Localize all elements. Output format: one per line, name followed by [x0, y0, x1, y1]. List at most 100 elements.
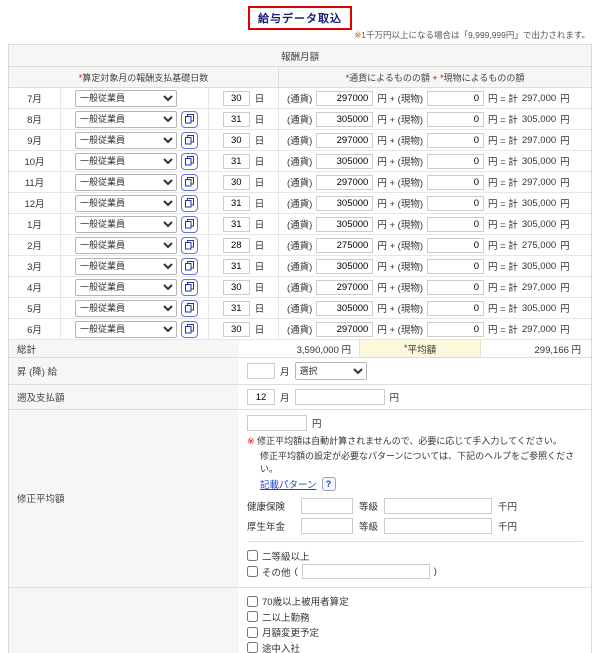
- month-label: 8月: [27, 112, 42, 126]
- inkind-amount-input[interactable]: [427, 238, 484, 253]
- checkbox[interactable]: [247, 566, 258, 577]
- month-label: 2月: [27, 238, 42, 252]
- pension-amount-input[interactable]: [384, 518, 492, 534]
- checkbox[interactable]: [247, 550, 258, 561]
- checkbox-item[interactable]: 70歳以上被用者算定: [247, 594, 349, 608]
- day-unit-label: 日: [255, 301, 265, 315]
- month-row: 3月 一般従業員 日 (通貨): [9, 256, 591, 277]
- other-text-input[interactable]: [302, 564, 430, 579]
- copy-icon[interactable]: [181, 216, 198, 233]
- checkbox[interactable]: [247, 611, 258, 622]
- currency-amount-input[interactable]: [316, 196, 373, 211]
- employee-type-select[interactable]: 一般従業員: [75, 258, 177, 275]
- inkind-label: 円 + (現物): [377, 196, 423, 210]
- base-days-input[interactable]: [223, 133, 250, 148]
- inkind-amount-input[interactable]: [427, 301, 484, 316]
- inkind-amount-input[interactable]: [427, 91, 484, 106]
- pattern-help-icon[interactable]: ?: [322, 477, 336, 491]
- base-days-input[interactable]: [223, 301, 250, 316]
- inkind-amount-input[interactable]: [427, 217, 484, 232]
- base-days-input[interactable]: [223, 175, 250, 190]
- inkind-amount-input[interactable]: [427, 322, 484, 337]
- inkind-amount-input[interactable]: [427, 112, 484, 127]
- copy-icon[interactable]: [181, 258, 198, 275]
- copy-icon[interactable]: [181, 195, 198, 212]
- inkind-amount-input[interactable]: [427, 175, 484, 190]
- currency-amount-input[interactable]: [316, 259, 373, 274]
- copy-icon[interactable]: [181, 237, 198, 254]
- amounts-cell: (通貨) 円 + (現物) 円 = 計 297,000 円: [279, 133, 591, 148]
- employee-type-select[interactable]: 一般従業員: [75, 174, 177, 191]
- pattern-link[interactable]: 記載パターン: [260, 477, 317, 491]
- currency-amount-input[interactable]: [316, 217, 373, 232]
- employee-type-select[interactable]: 一般従業員: [75, 132, 177, 149]
- copy-icon[interactable]: [181, 300, 198, 317]
- currency-amount-input[interactable]: [316, 154, 373, 169]
- base-days-input[interactable]: [223, 280, 250, 295]
- checkbox-item[interactable]: その他 ( ): [247, 564, 437, 579]
- checkbox-item[interactable]: 二等級以上: [247, 549, 310, 563]
- currency-amount-input[interactable]: [316, 301, 373, 316]
- employee-type-select[interactable]: 一般従業員: [75, 216, 177, 233]
- copy-icon[interactable]: [181, 111, 198, 128]
- base-days-input[interactable]: [223, 196, 250, 211]
- currency-amount-input[interactable]: [316, 238, 373, 253]
- currency-label: (通貨): [287, 196, 312, 210]
- adjusted-average-input[interactable]: [247, 415, 307, 431]
- inkind-amount-input[interactable]: [427, 196, 484, 211]
- copy-icon[interactable]: [181, 132, 198, 149]
- base-days-input[interactable]: [223, 91, 250, 106]
- base-days-input[interactable]: [223, 322, 250, 337]
- retro-amount-input[interactable]: [295, 389, 385, 405]
- employee-type-select[interactable]: 一般従業員: [75, 153, 177, 170]
- raise-month-input[interactable]: [247, 363, 275, 379]
- currency-amount-input[interactable]: [316, 91, 373, 106]
- health-amount-input[interactable]: [384, 498, 492, 514]
- checkbox-item[interactable]: 月額変更予定: [247, 625, 319, 639]
- base-days-input[interactable]: [223, 259, 250, 274]
- copy-icon[interactable]: [181, 174, 198, 191]
- base-days-input[interactable]: [223, 112, 250, 127]
- month-rows-container: 7月 一般従業員 日 (通貨): [9, 88, 591, 340]
- inkind-amount-input[interactable]: [427, 133, 484, 148]
- copy-icon[interactable]: [181, 321, 198, 338]
- yen-unit-label: 円: [390, 390, 400, 404]
- month-row: 2月 一般従業員 日 (通貨): [9, 235, 591, 256]
- inkind-amount-input[interactable]: [427, 154, 484, 169]
- checkbox[interactable]: [247, 627, 258, 638]
- employee-type-select[interactable]: 一般従業員: [75, 321, 177, 338]
- currency-amount-input[interactable]: [316, 175, 373, 190]
- amounts-cell: (通貨) 円 + (現物) 円 = 計 297,000 円: [279, 91, 591, 106]
- raise-type-select[interactable]: 選択: [295, 362, 367, 380]
- employee-type-select[interactable]: 一般従業員: [75, 300, 177, 317]
- base-days-cell: 日: [209, 172, 279, 192]
- row-total-value: 305,000: [522, 114, 556, 125]
- base-days-input[interactable]: [223, 238, 250, 253]
- health-grade-input[interactable]: [301, 498, 353, 514]
- currency-amount-input[interactable]: [316, 133, 373, 148]
- employee-type-select[interactable]: 一般従業員: [75, 279, 177, 296]
- employee-type-select[interactable]: 一般従業員: [75, 111, 177, 128]
- copy-icon[interactable]: [181, 153, 198, 170]
- base-days-input[interactable]: [223, 217, 250, 232]
- employee-type-select[interactable]: 一般従業員: [75, 237, 177, 254]
- employee-type-select[interactable]: 一般従業員: [75, 195, 177, 212]
- copy-icon[interactable]: [181, 279, 198, 296]
- checkbox-item[interactable]: 途中入社: [247, 641, 300, 653]
- checkbox-item[interactable]: 二以上勤務: [247, 610, 310, 624]
- employee-type-select[interactable]: 一般従業員: [75, 90, 177, 107]
- inkind-amount-input[interactable]: [427, 280, 484, 295]
- currency-amount-input[interactable]: [316, 322, 373, 337]
- pension-grade-input[interactable]: [301, 518, 353, 534]
- divider: [247, 541, 583, 542]
- currency-amount-input[interactable]: [316, 280, 373, 295]
- total-eq-label: 円 = 計: [488, 133, 518, 147]
- inkind-amount-input[interactable]: [427, 259, 484, 274]
- base-days-input[interactable]: [223, 154, 250, 169]
- currency-amount-input[interactable]: [316, 112, 373, 127]
- grand-total-value: 3,590,000 円: [239, 342, 359, 356]
- checkbox[interactable]: [247, 642, 258, 653]
- retro-month-input[interactable]: [247, 389, 275, 405]
- employee-type-cell: 一般従業員: [61, 130, 209, 150]
- checkbox[interactable]: [247, 596, 258, 607]
